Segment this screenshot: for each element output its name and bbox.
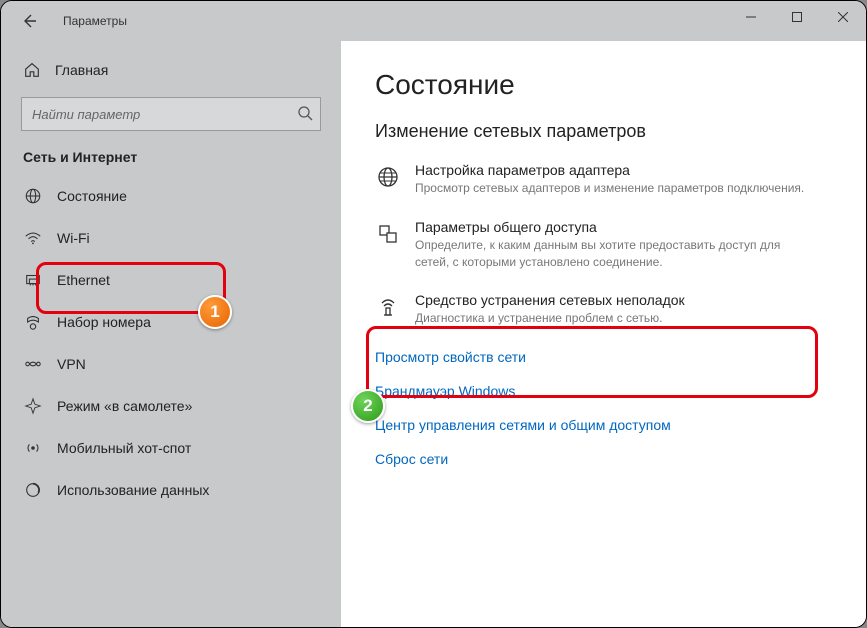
hotspot-icon [24,439,42,457]
window-title: Параметры [63,14,127,28]
sidebar-item-label: VPN [57,356,86,372]
link-network-center[interactable]: Центр управления сетями и общим доступом [375,417,846,433]
globe-icon [24,187,42,205]
sidebar-item-airplane[interactable]: Режим «в самолете» [1,385,341,427]
sidebar-item-wifi[interactable]: Wi-Fi [1,217,341,259]
annotation-badge-2: 2 [351,389,385,423]
share-icon [376,222,400,246]
sidebar-home-label: Главная [55,62,108,78]
setting-title: Параметры общего доступа [415,219,815,235]
sidebar-item-status[interactable]: Состояние [1,175,341,217]
wifi-icon [24,229,42,247]
arrow-left-icon [21,13,37,29]
sidebar-item-label: Использование данных [57,482,209,498]
data-usage-icon [24,481,42,499]
home-icon [23,61,41,79]
ethernet-icon [24,271,42,289]
sidebar-item-ethernet[interactable]: Ethernet [1,259,341,301]
sidebar-item-dialup[interactable]: Набор номера [1,301,341,343]
airplane-icon [24,397,42,415]
page-title: Состояние [375,69,846,101]
sidebar-item-datausage[interactable]: Использование данных [1,469,341,511]
sidebar-item-hotspot[interactable]: Мобильный хот-спот [1,427,341,469]
setting-desc: Просмотр сетевых адаптеров и изменение п… [415,180,804,197]
setting-desc: Определите, к каким данным вы хотите пре… [415,237,815,271]
setting-title: Средство устранения сетевых неполадок [415,292,685,308]
link-firewall[interactable]: Брандмауэр Windows [375,383,846,399]
sidebar-category: Сеть и Интернет [1,149,341,175]
vpn-icon [24,355,42,373]
sidebar-item-label: Состояние [57,188,127,204]
troubleshoot-icon [376,295,400,319]
sidebar-item-home[interactable]: Главная [1,53,341,87]
back-button[interactable] [9,1,49,41]
setting-adapter-options[interactable]: Настройка параметров адаптера Просмотр с… [375,162,846,197]
setting-title: Настройка параметров адаптера [415,162,804,178]
sidebar-item-label: Ethernet [57,272,110,288]
maximize-button[interactable] [774,1,820,33]
titlebar: Параметры [1,1,866,41]
globe-icon [376,165,400,189]
close-button[interactable] [820,1,866,33]
setting-troubleshoot[interactable]: Средство устранения сетевых неполадок Ди… [375,292,846,327]
main-content: Состояние Изменение сетевых параметров Н… [341,41,866,627]
search-input[interactable] [21,97,321,131]
sidebar-search [21,97,321,131]
window-controls [728,1,866,33]
minimize-button[interactable] [728,1,774,33]
sidebar-item-label: Режим «в самолете» [57,398,192,414]
search-icon [297,105,313,126]
sidebar-item-label: Мобильный хот-спот [57,440,191,456]
setting-sharing-options[interactable]: Параметры общего доступа Определите, к к… [375,219,846,271]
settings-window: Параметры Главная Сеть и Интернет Состоя… [0,0,867,628]
section-title: Изменение сетевых параметров [375,121,846,142]
dialup-icon [24,313,42,331]
link-network-reset[interactable]: Сброс сети [375,451,846,467]
sidebar-item-label: Wi-Fi [57,230,90,246]
sidebar-item-vpn[interactable]: VPN [1,343,341,385]
sidebar: Главная Сеть и Интернет Состояние Wi-Fi … [1,41,341,627]
annotation-badge-1: 1 [198,295,232,329]
sidebar-item-label: Набор номера [57,314,151,330]
link-network-properties[interactable]: Просмотр свойств сети [375,349,846,365]
setting-desc: Диагностика и устранение проблем с сетью… [415,310,685,327]
